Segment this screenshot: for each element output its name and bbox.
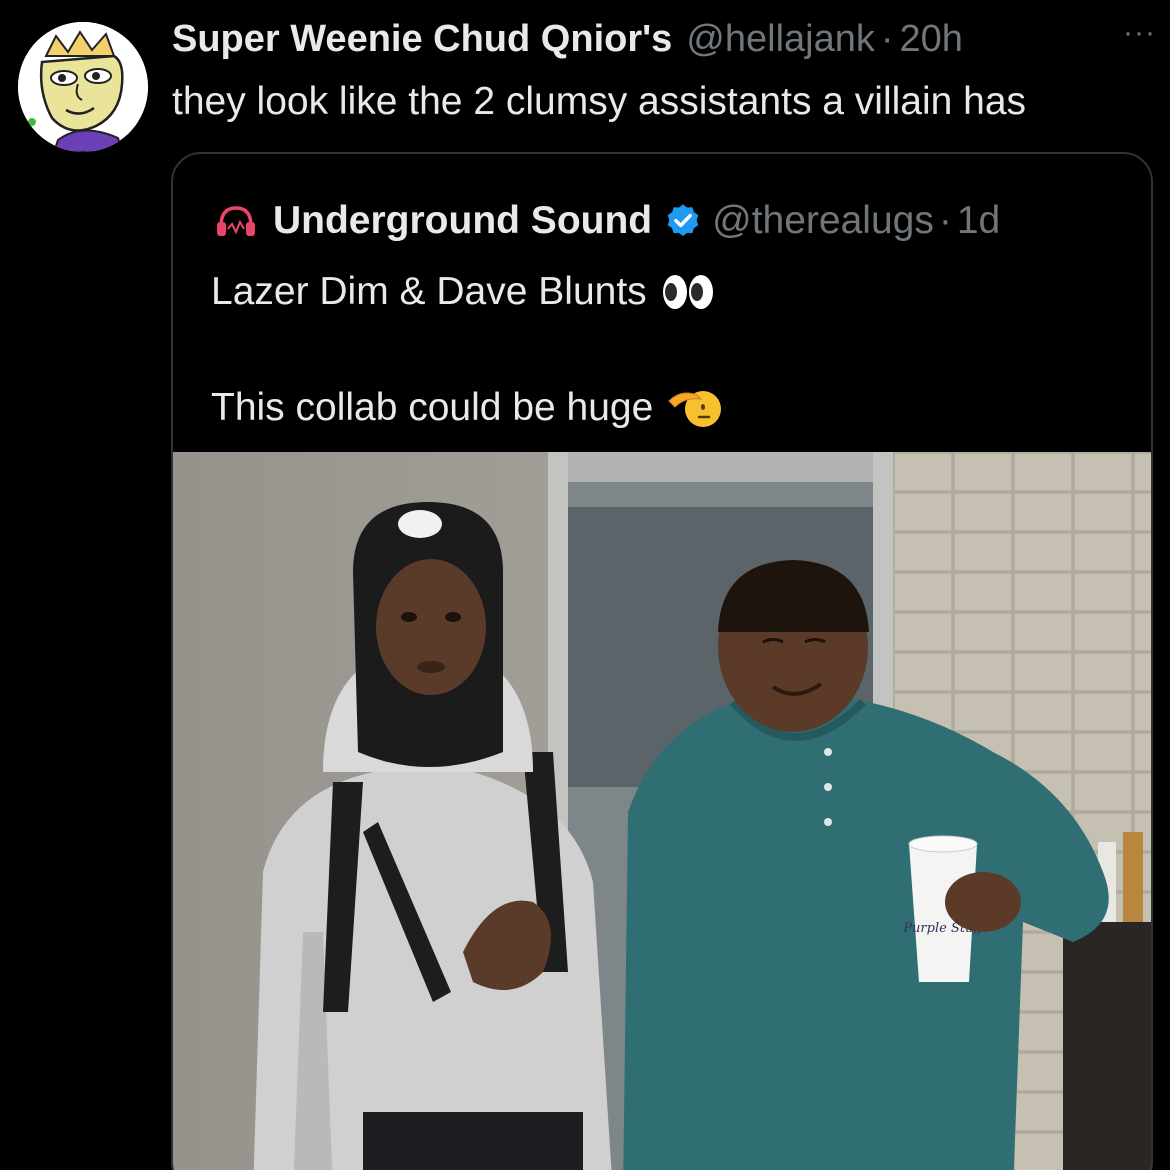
more-options-icon[interactable]: ··· (1123, 16, 1156, 50)
user-handle[interactable]: @hellajank (686, 18, 875, 61)
quoted-tweet-card[interactable]: Underground Sound @therealugs · 1d Lazer… (171, 152, 1153, 1170)
tweet-text: they look like the 2 clumsy assistants a… (172, 80, 1027, 123)
tweet-header: Super Weenie Chud Qnior's @hellajank · 2… (172, 16, 1162, 64)
eyes-emoji-icon (661, 272, 715, 312)
photo-two-men-illustration: Purple Stuff (173, 452, 1151, 1170)
headphones-icon (213, 198, 259, 244)
timestamp[interactable]: 20h (900, 18, 963, 61)
separator-dot: · (880, 18, 894, 60)
quoted-line-2: This collab could be huge (211, 386, 654, 429)
separator-dot: · (938, 199, 952, 242)
display-name[interactable]: Super Weenie Chud Qnior's (172, 18, 672, 61)
quoted-display-name[interactable]: Underground Sound (273, 199, 652, 243)
quoted-tweet-text: Lazer Dim & Dave Blunts This collab coul… (211, 264, 1111, 436)
quoted-tweet-photo[interactable]: Purple Stuff (173, 452, 1151, 1170)
quoted-user-handle[interactable]: @therealugs (712, 199, 934, 243)
verified-badge-icon (667, 204, 699, 237)
quoted-text-line: Lazer Dim & Dave Blunts (211, 264, 1111, 320)
cartoon-avatar-drawing (18, 22, 148, 152)
quoted-line-1: Lazer Dim & Dave Blunts (211, 270, 647, 313)
user-avatar[interactable] (18, 22, 148, 152)
tweet[interactable]: Super Weenie Chud Qnior's @hellajank · 2… (0, 0, 1170, 1170)
quoted-text-line: This collab could be huge (211, 380, 1111, 436)
quoted-timestamp[interactable]: 1d (957, 199, 1000, 243)
saluting-face-emoji-icon (667, 385, 725, 431)
quoted-tweet-header: Underground Sound @therealugs · 1d (213, 196, 1133, 246)
